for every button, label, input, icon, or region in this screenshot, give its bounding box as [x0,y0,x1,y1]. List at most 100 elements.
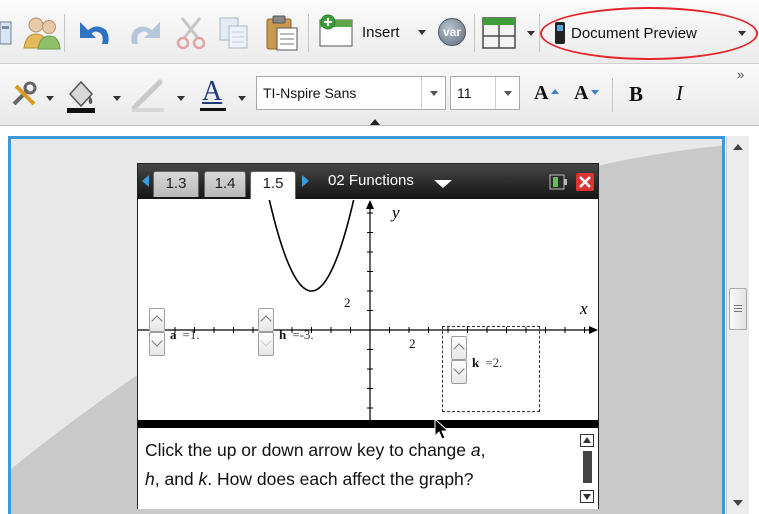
font-size-dropdown-arrow[interactable] [495,77,519,109]
separator [64,14,65,52]
scrollbar-thumb[interactable] [729,288,747,330]
slider-h-name: h [279,327,287,342]
var-label: var [443,25,462,39]
x-axis-label: x [579,299,588,318]
tab-1-4[interactable]: 1.4 [204,171,246,197]
document-vertical-scrollbar[interactable] [726,136,749,514]
font-family-dropdown-arrow[interactable] [421,77,445,109]
separator [474,14,475,52]
tools-icon[interactable] [10,80,40,110]
slider-h[interactable]: h =-3. [258,308,348,368]
slider-k-label: k =2. [472,355,502,371]
main-toolbar: Insert var Document Preview [0,0,759,64]
text-color-icon: A [202,76,223,107]
handheld-divider [138,420,598,428]
notes-var-a: a [470,440,481,460]
document-title[interactable]: 02 Functions [328,172,414,189]
highlight-annotation [540,7,758,60]
slider-h-down-button[interactable] [258,332,274,356]
slider-h-value: =-3. [292,327,314,342]
slider-h-up-button[interactable] [258,308,274,332]
slider-a-name: a [170,327,177,342]
decrease-font-size-button[interactable]: A [570,80,606,108]
undo-icon[interactable] [76,18,112,48]
decrease-font-size-icon [591,90,599,95]
tab-1-5[interactable]: 1.5 [250,171,296,199]
notes-var-h: h [145,469,155,489]
increase-font-size-icon [551,89,559,94]
handheld-tab-bar: 1.3 1.4 1.5 02 Functions [138,164,598,199]
font-family-value: TI-Nspire Sans [263,85,357,101]
notes-text-segment: , and [154,469,199,489]
page-layout-dropdown-arrow[interactable] [527,31,535,36]
slider-k-up-button[interactable] [451,336,467,360]
notes-scroll-thumb[interactable] [583,451,592,483]
y-axis-arrow [366,200,374,209]
scroll-up-arrow[interactable] [733,144,743,150]
scroll-down-arrow[interactable] [733,500,743,506]
var-button[interactable]: var [438,18,466,46]
battery-icon [549,174,567,190]
notes-var-k: k [198,469,208,489]
tab-scroll-left-arrow[interactable] [142,175,149,187]
users-icon[interactable] [22,14,62,52]
notes-text-segment: Click the up or down arrow key to change [145,440,471,460]
increase-font-size-button[interactable]: A [530,80,566,108]
format-toolbar: A TI-Nspire Sans 11 A A B I » [0,64,759,126]
insert-dropdown-arrow [418,30,426,35]
text-color-dropdown-arrow[interactable] [238,96,246,101]
page-layout-icon[interactable] [482,17,516,49]
copy-icon[interactable] [218,16,250,50]
notes-scroll-down-button[interactable] [580,490,594,503]
italic-button[interactable]: I [668,80,696,108]
page-icon[interactable] [0,20,14,46]
separator [308,14,309,52]
tab-label: 1.3 [165,175,187,192]
bold-button[interactable]: B [622,80,650,108]
slider-a-down-button[interactable] [149,332,165,356]
slider-a-value: =1. [182,327,200,342]
increase-font-size-label: A [534,82,549,104]
text-color-bar [200,108,226,111]
fill-color-icon[interactable] [64,76,98,114]
notes-area[interactable]: Click the up or down arrow key to change… [138,428,598,509]
slider-a-label: a =1. [170,327,200,343]
collapse-toolbar-handle[interactable] [370,119,380,125]
slider-h-label: h =-3. [279,327,314,343]
redo-icon[interactable] [128,18,164,48]
separator [612,78,613,112]
close-icon[interactable] [576,173,594,191]
mouse-cursor-icon [434,418,450,440]
italic-label: I [676,81,683,105]
line-color-icon[interactable] [130,78,166,114]
slider-a[interactable]: a =1. [149,308,239,368]
notes-scroll-up-button[interactable] [580,434,594,447]
slider-a-up-button[interactable] [149,308,165,332]
fill-color-dropdown-arrow[interactable] [113,96,121,101]
slider-k-down-button[interactable] [451,360,467,384]
tab-label: 1.5 [262,175,284,192]
notes-text-segment: . How does each affect the graph? [207,469,474,489]
notes-text[interactable]: Click the up or down arrow key to change… [145,436,565,494]
document-menu-chevron-icon[interactable] [434,180,452,188]
tab-label: 1.4 [214,175,236,192]
slider-k-value: =2. [485,355,503,370]
tab-scroll-right-arrow[interactable] [302,175,309,187]
cut-icon[interactable] [176,16,206,50]
paste-icon[interactable] [264,14,300,52]
decrease-font-size-label: A [574,82,589,104]
font-family-select[interactable]: TI-Nspire Sans [256,76,446,110]
tools-dropdown-arrow[interactable] [46,96,54,101]
notes-scrollbar[interactable] [580,434,595,506]
ti-nspire-window: Insert var Document Preview A TI-Nspire … [0,0,759,514]
slider-k[interactable]: k =2. [451,336,541,396]
insert-button[interactable]: Insert [318,14,436,48]
text-color-button[interactable]: A [196,76,230,114]
graph-area[interactable]: y x 2 2 a =1. h =-3. k =2. [138,200,598,420]
font-size-select[interactable]: 11 [450,76,520,110]
toolbar-overflow-button[interactable]: » [737,67,744,82]
bold-label: B [629,82,644,106]
line-color-dropdown-arrow[interactable] [177,96,185,101]
tab-1-3[interactable]: 1.3 [153,171,199,197]
x-tick-label: 2 [409,336,416,351]
